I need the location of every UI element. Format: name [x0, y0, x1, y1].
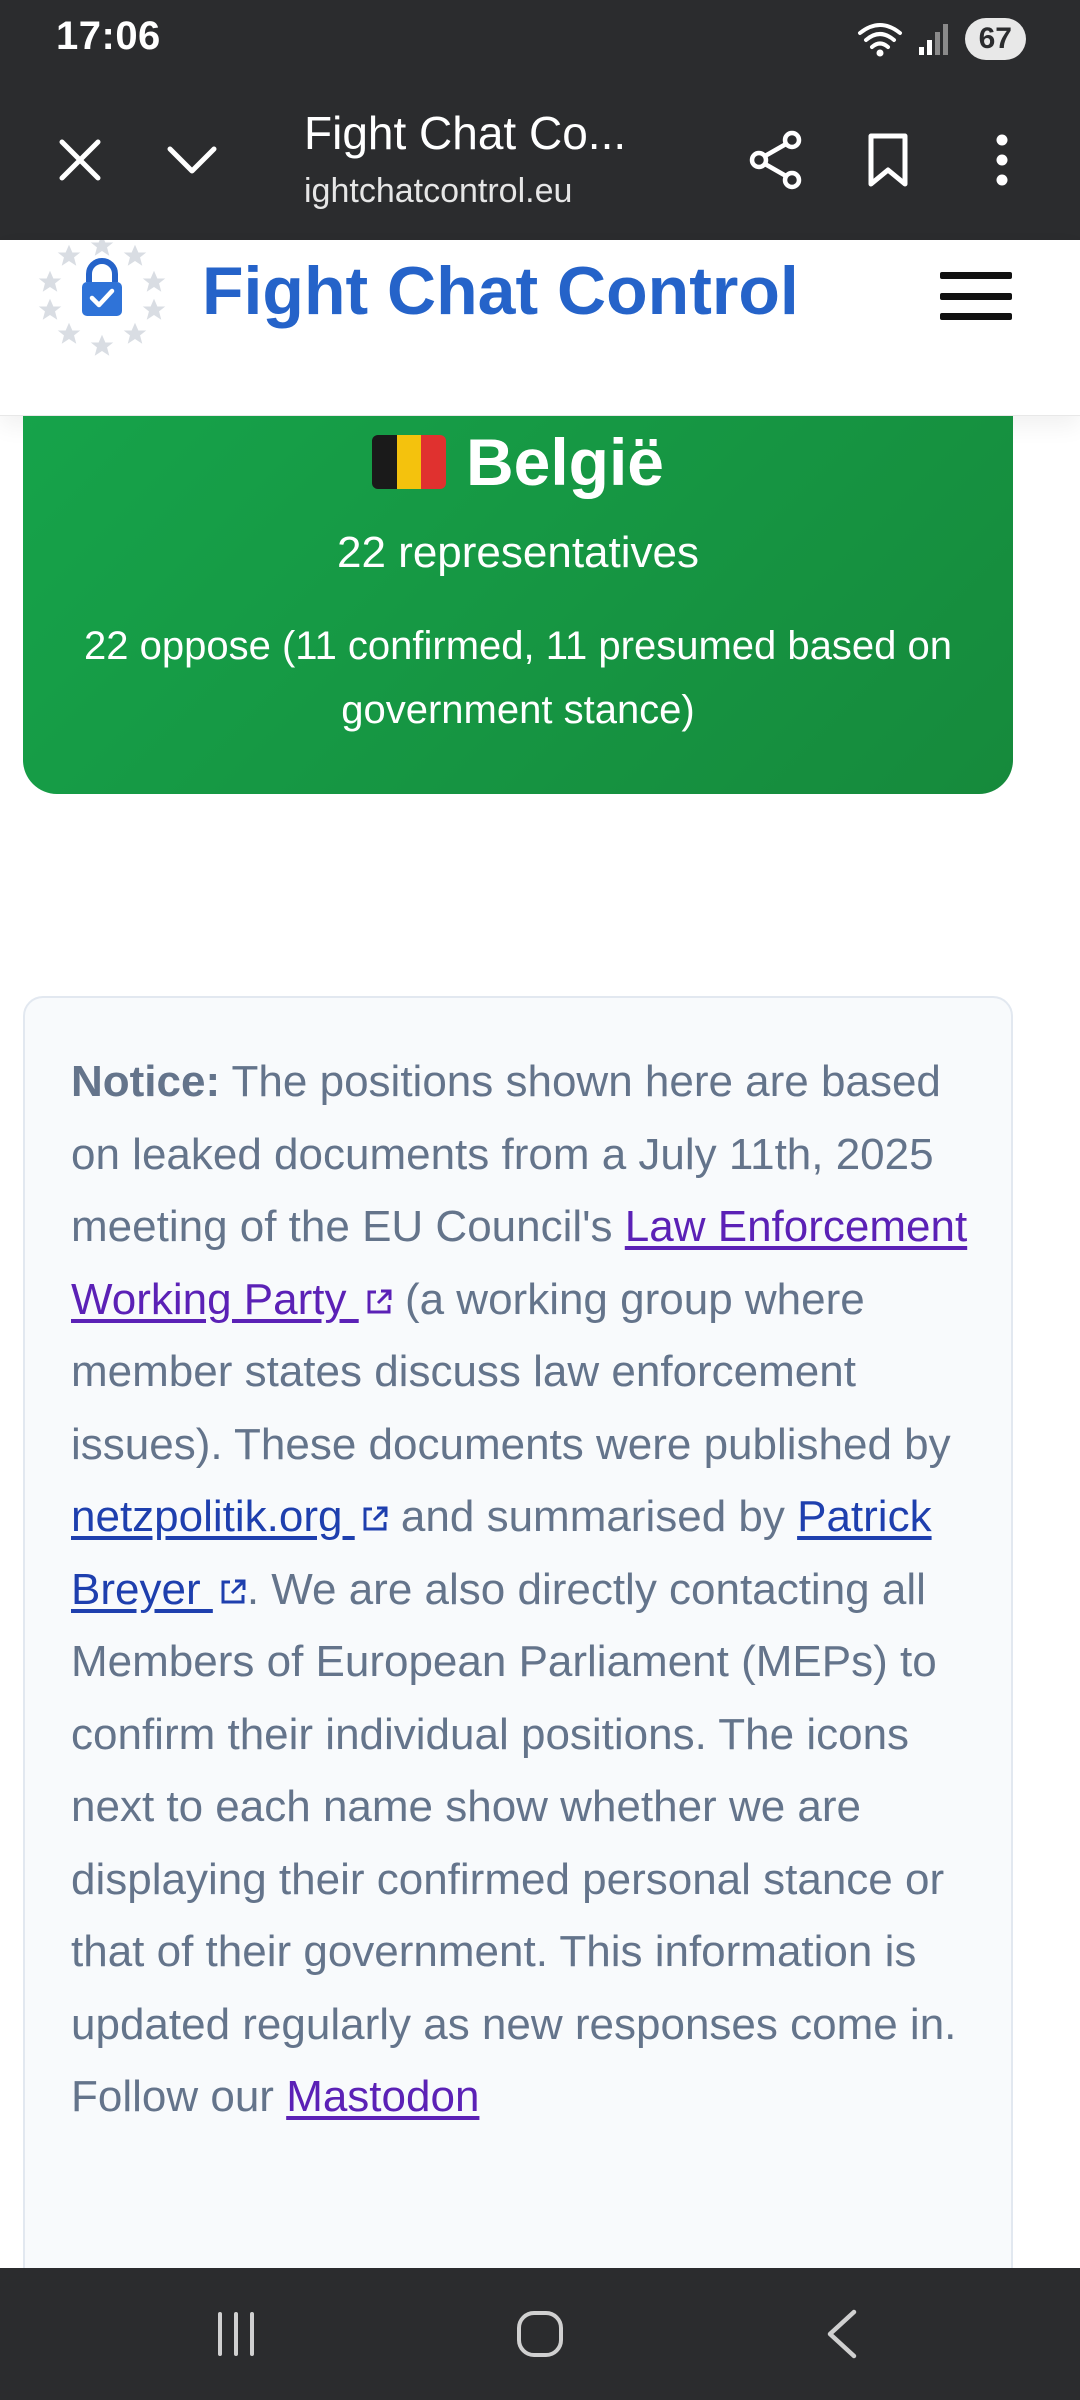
hamburger-line — [940, 272, 1012, 279]
more-vertical-icon — [996, 134, 1008, 186]
country-heading: België — [23, 424, 1013, 500]
site-name[interactable]: Fight Chat Control — [202, 252, 799, 330]
status-bar: 17:06 67 — [0, 0, 1080, 80]
close-tab-button[interactable] — [40, 120, 120, 200]
stance-summary: 22 oppose (11 confirmed, 11 presumed bas… — [84, 624, 952, 732]
status-time: 17:06 — [56, 14, 161, 58]
share-icon — [749, 130, 802, 190]
back-icon — [827, 2309, 857, 2359]
system-nav-bar — [0, 2268, 1080, 2400]
close-icon — [59, 139, 101, 181]
hamburger-line — [940, 313, 1012, 320]
recent-apps-button[interactable] — [176, 2298, 296, 2370]
browser-toolbar: Fight Chat Co... ightchatcontrol.eu — [0, 80, 1080, 240]
country-card: België 22 representatives 22 oppose (11 … — [23, 416, 1013, 794]
home-button[interactable] — [480, 2298, 600, 2370]
menu-button[interactable] — [936, 264, 1016, 328]
share-button[interactable] — [736, 120, 816, 200]
minimize-button[interactable] — [152, 120, 232, 200]
signal-icon — [918, 24, 948, 55]
mastodon-link[interactable]: Mastodon — [286, 2072, 479, 2121]
representatives-count: 22 representatives — [337, 528, 699, 577]
status-icons: 67 — [857, 18, 1026, 60]
battery-indicator: 67 — [964, 18, 1026, 60]
recent-apps-icon — [218, 2312, 254, 2356]
home-icon — [517, 2311, 563, 2357]
belgium-flag-icon — [371, 435, 446, 489]
more-options-button[interactable] — [962, 120, 1042, 200]
bookmark-icon — [868, 133, 908, 187]
notice-box: Notice: The positions shown here are bas… — [23, 996, 1013, 2296]
bookmark-button[interactable] — [848, 120, 928, 200]
notice-label: Notice: — [71, 1057, 221, 1106]
back-button[interactable] — [782, 2298, 902, 2370]
netzpolitik-link[interactable]: netzpolitik.org — [71, 1492, 355, 1541]
notice-text: Notice: The positions shown here are bas… — [71, 1046, 983, 2134]
country-name: België — [465, 425, 665, 499]
wifi-icon — [857, 23, 902, 57]
site-header: Fight Chat Control — [0, 240, 1080, 416]
site-logo-icon[interactable] — [32, 240, 172, 364]
page-url[interactable]: ightchatcontrol.eu — [304, 172, 572, 211]
notice-text-part: . We are also directly contacting all Me… — [71, 1564, 957, 2122]
external-link-icon — [221, 1579, 246, 1603]
page-title[interactable]: Fight Chat Co... — [304, 106, 626, 160]
link-label: netzpolitik.org — [71, 1492, 355, 1541]
chevron-down-icon — [167, 146, 217, 174]
link-label: Mastodon — [286, 2072, 480, 2121]
notice-text-part: and summarised by — [388, 1492, 798, 1541]
hamburger-line — [940, 292, 1012, 300]
external-link-icon — [367, 1289, 392, 1313]
external-link-icon — [363, 1506, 388, 1531]
